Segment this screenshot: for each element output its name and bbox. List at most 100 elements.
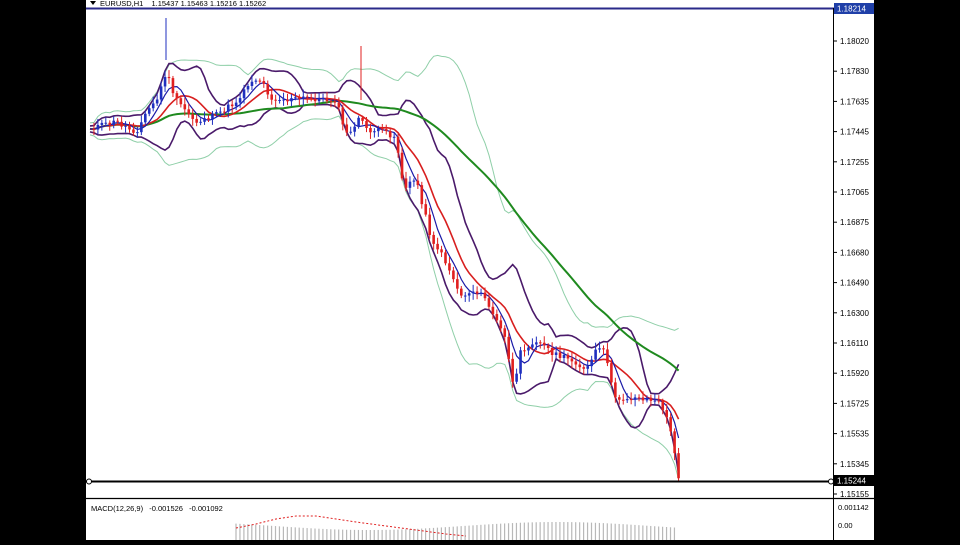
candle-body xyxy=(618,397,621,400)
candle-body xyxy=(349,131,352,133)
candle-body xyxy=(507,336,510,359)
candle-body xyxy=(479,292,483,294)
candle-body xyxy=(614,382,617,398)
macd-tick-1: 0.001142 xyxy=(838,503,869,512)
candle-body xyxy=(633,397,637,400)
candle-body xyxy=(546,345,550,348)
candle-body xyxy=(144,113,147,123)
candle-body xyxy=(104,122,108,124)
price-tick-label: 1.17445 xyxy=(840,128,869,137)
candle-body xyxy=(467,293,471,296)
candle-body xyxy=(669,417,672,432)
macd-value-2: -0.001092 xyxy=(189,504,223,513)
candle-body xyxy=(408,181,412,188)
candle-body xyxy=(132,129,135,133)
macd-title: MACD(12,26,9) xyxy=(91,504,144,513)
candle-body xyxy=(341,107,345,125)
candle-body xyxy=(649,397,653,401)
price-tick-label: 1.15535 xyxy=(840,430,869,439)
chart-title: EURUSD,H1 1.15437 1.15463 1.15216 1.1526… xyxy=(90,0,266,8)
candle-body xyxy=(92,128,96,130)
candle-body xyxy=(483,292,487,299)
symbol-title: EURUSD,H1 xyxy=(100,0,143,8)
dropdown-triangle-icon[interactable] xyxy=(90,1,96,5)
price-axis-ticks: 1.18020 1.17830 1.17635 1.17445 1.17255 1.170… xyxy=(833,37,869,499)
outer-band-lower xyxy=(89,115,680,480)
price-tick-label: 1.15345 xyxy=(840,460,869,469)
candle-body xyxy=(155,99,159,104)
candle-body xyxy=(495,314,499,321)
price-tick-label: 1.16875 xyxy=(840,218,869,227)
svg-text:EURUSD,H1 1.15437 1.15: EURUSD,H1 1.15437 1.15463 1.15216 1.1526… xyxy=(100,0,266,8)
candle-body xyxy=(270,94,273,100)
price-tick-label: 1.17635 xyxy=(840,97,869,106)
candle-body xyxy=(246,85,250,90)
candle-body xyxy=(491,306,495,315)
candle-body xyxy=(661,401,665,411)
price-tick-label: 1.16490 xyxy=(840,279,869,288)
price-chart[interactable]: EURUSD,H1 1.15437 1.15463 1.15216 1.1526… xyxy=(86,0,874,540)
price-tick-label: 1.16300 xyxy=(840,309,869,318)
candle-body xyxy=(230,104,234,107)
candle-body xyxy=(412,180,416,182)
candle-body xyxy=(621,399,625,401)
candle-body xyxy=(333,101,337,103)
ohlc-values: 1.15437 1.15463 1.15216 1.15262 xyxy=(151,0,266,8)
candle-body xyxy=(361,117,364,121)
candle-body xyxy=(586,366,589,369)
candle-body xyxy=(171,78,175,94)
candle-body xyxy=(527,347,530,351)
candle-body xyxy=(215,112,218,114)
candle-body xyxy=(191,114,194,119)
price-tick-label: 1.17830 xyxy=(840,67,869,76)
candle-body xyxy=(238,98,242,103)
price-tick-label: 1.16680 xyxy=(840,248,869,257)
candle-body xyxy=(258,80,262,82)
candle-body xyxy=(151,103,155,109)
svg-text:MACD(12,26,9) -0.00152: MACD(12,26,9) -0.001526 -0.001092 xyxy=(91,504,223,513)
candle-body xyxy=(641,397,645,401)
candle-body xyxy=(298,97,301,99)
candle-body xyxy=(96,124,100,130)
bollinger-bands xyxy=(89,54,680,480)
candle-body xyxy=(325,97,329,102)
candle-body xyxy=(286,99,289,102)
candle-body xyxy=(673,431,676,454)
candlesticks xyxy=(92,18,680,483)
moving-averages xyxy=(89,81,680,439)
candle-body xyxy=(456,279,459,289)
candle-body xyxy=(653,400,657,402)
candle-body xyxy=(242,89,246,99)
current-price-handle-right[interactable] xyxy=(828,478,834,485)
candle-body xyxy=(499,320,503,329)
candle-body xyxy=(523,350,526,352)
candle-body xyxy=(199,121,202,123)
candle-body xyxy=(511,358,514,382)
price-tick-label: 1.15725 xyxy=(840,399,869,408)
candle-body xyxy=(226,104,230,112)
candle-body xyxy=(637,397,641,399)
candle-body xyxy=(578,364,582,368)
candle-body xyxy=(677,453,680,479)
price-tick-label: 1.16110 xyxy=(840,339,869,348)
candle-body xyxy=(167,76,171,79)
candle-body xyxy=(321,97,325,99)
candle-body xyxy=(460,288,463,296)
candle-body xyxy=(574,361,578,365)
candle-body xyxy=(175,93,179,99)
current-price-label: 1.15244 xyxy=(837,477,866,486)
candle-body xyxy=(345,124,349,133)
candle-body xyxy=(100,122,104,125)
ma-mid-line xyxy=(89,88,680,420)
candle-body xyxy=(365,120,368,128)
current-price-handle-left[interactable] xyxy=(86,478,92,485)
candle-body xyxy=(357,117,360,127)
candle-body xyxy=(452,270,455,280)
chart-window: EURUSD,H1 1.15437 1.15463 1.15216 1.1526… xyxy=(86,0,874,540)
candle-body xyxy=(606,349,609,364)
candle-body xyxy=(444,252,447,264)
candle-body xyxy=(432,234,435,244)
candle-body xyxy=(463,295,467,297)
price-tick-label: 1.17255 xyxy=(840,158,869,167)
candle-body xyxy=(329,101,333,103)
